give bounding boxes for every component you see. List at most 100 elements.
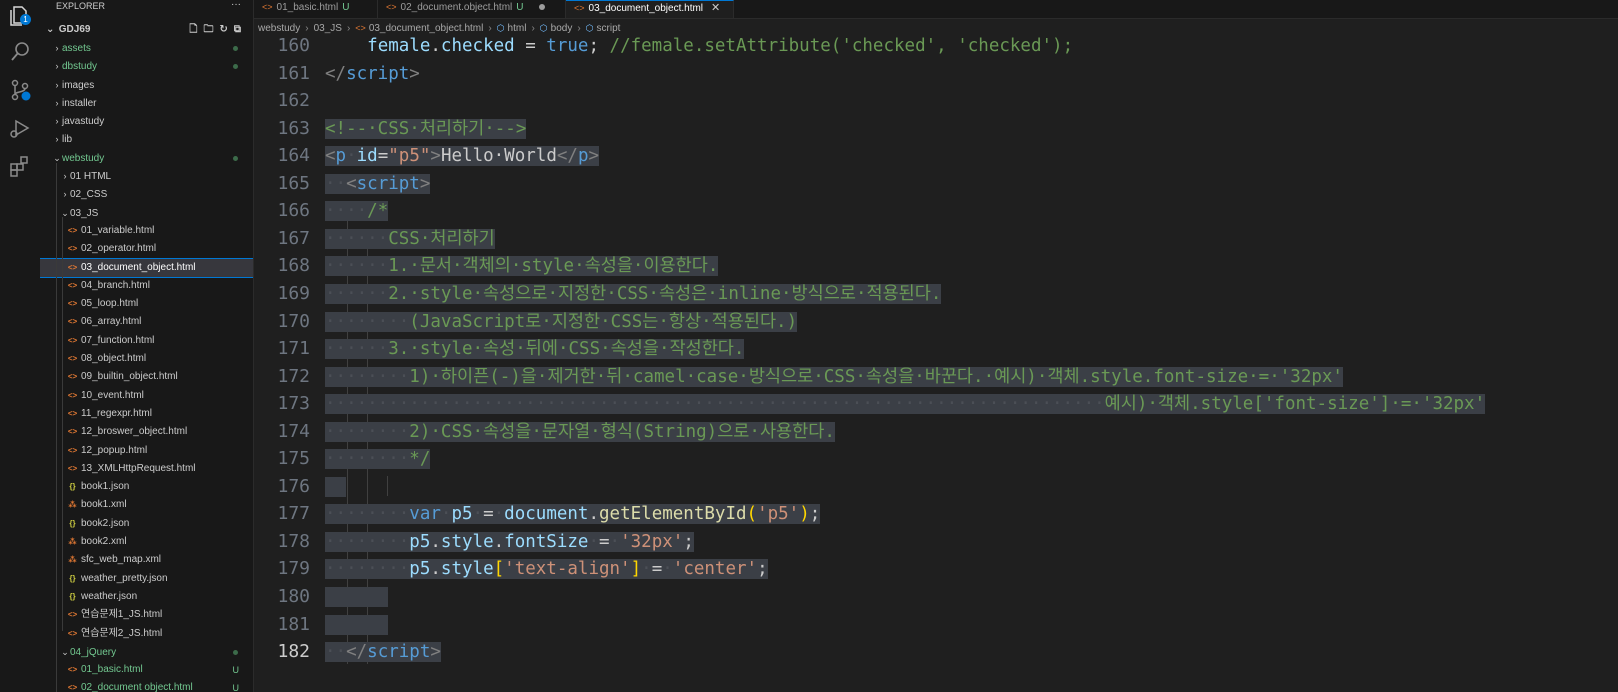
new-folder-icon[interactable]: 🗀 — [203, 24, 219, 35]
tree-item[interactable]: {} weather.json — [40, 588, 253, 606]
code-line[interactable]: 176 — [254, 473, 1618, 501]
tab-03-document-object[interactable]: <> 03_document_object.html ✕ — [566, 0, 734, 18]
line-code: ··<script> — [325, 173, 431, 194]
code-line[interactable]: 170 ········(JavaScript로·지정한·CSS는·항상·적용된다… — [254, 308, 1618, 336]
tree-item[interactable]: <> 연습문제2_JS.html — [40, 625, 253, 643]
html-file-icon: <> — [67, 280, 78, 290]
tree-item[interactable]: › 01 HTML — [40, 167, 253, 185]
tree-item[interactable]: <> 02_document object.html U — [40, 679, 253, 692]
line-code: ········*/ — [325, 449, 431, 470]
tree-item[interactable]: ⌄04_jQuery — [40, 643, 253, 661]
code-line[interactable]: 174 ········2)·CSS·속성을·문자열·형식(String)으로·사… — [254, 418, 1618, 446]
close-icon[interactable]: ✕ — [711, 2, 720, 14]
tree-item[interactable]: ⌄03_JS — [40, 204, 253, 222]
extensions-icon[interactable] — [8, 154, 32, 178]
git-status-dot — [233, 155, 238, 161]
new-file-icon[interactable]: 🗋 — [189, 24, 203, 35]
tree-item[interactable]: <> 04_branch.html — [40, 277, 253, 295]
code-line[interactable]: 177 ········var·p5·=·document.getElementB… — [254, 500, 1618, 528]
tree-item[interactable]: <> 12_popup.html — [40, 442, 253, 460]
tree-item[interactable]: <> 13_XMLHttpRequest.html — [40, 460, 253, 478]
git-status-dot — [233, 64, 238, 70]
tree-item[interactable]: <> 08_object.html — [40, 350, 253, 368]
chevron-down-icon: ⌄ — [53, 152, 61, 163]
code-line[interactable]: 165 ··<script> — [254, 170, 1618, 198]
html-file-icon: <> — [67, 610, 78, 620]
code-line[interactable]: 160 female.checked = true; //female.setA… — [254, 32, 1618, 60]
tree-item[interactable]: › dbstudy — [40, 57, 253, 75]
html-file-icon: <> — [67, 225, 78, 235]
code-line[interactable]: 166 ····/* — [254, 197, 1618, 225]
search-icon[interactable] — [8, 40, 32, 64]
line-code: ······3.·style·속성·뒤에·CSS·속성을·작성한다. — [325, 339, 745, 360]
collapse-all-icon[interactable]: ⧉ — [234, 24, 247, 35]
tab-status: U — [342, 2, 350, 13]
code-line[interactable]: 161 </script> — [254, 60, 1618, 88]
line-code: ········1)·하이픈(-)을·제거한·뒤·camel·case·방식으로… — [325, 366, 1343, 387]
activity-bar: 1 — [0, 0, 41, 692]
code-line[interactable]: 167 ······CSS·처리하기 — [254, 225, 1618, 253]
tree-item[interactable]: › 02_CSS — [40, 185, 253, 203]
tree-item-label: 연습문제1_JS.html — [81, 609, 163, 621]
tree-item-label: weather.json — [81, 590, 138, 602]
tree-item[interactable]: {} weather_pretty.json — [40, 570, 253, 588]
refresh-icon[interactable]: ↻ — [219, 24, 233, 35]
line-number: 167 — [277, 227, 310, 249]
code-line[interactable]: 169 ······2.·style·속성으로·지정한·CSS·속성은·inlin… — [254, 280, 1618, 308]
git-status-badge: U — [232, 683, 240, 692]
tab-02-document-object[interactable]: <> 02_document.object.html U — [378, 0, 566, 18]
tree-item[interactable]: ⁂ book2.xml — [40, 533, 253, 551]
chevron-right-icon: › — [55, 116, 59, 127]
tree-item[interactable]: <> 01_variable.html — [40, 222, 253, 240]
code-line[interactable]: 164 <p·id="p5">Hello·World</p> — [254, 142, 1618, 170]
code-line[interactable]: 168 ······1.·문서·객체의·style·속성을·이용한다. — [254, 252, 1618, 280]
source-control-icon[interactable] — [8, 78, 32, 102]
tree-item[interactable]: <> 01_basic.html U — [40, 661, 253, 679]
tree-item[interactable]: › assets — [40, 39, 253, 57]
rss-file-icon: ⁂ — [68, 555, 77, 565]
code-line[interactable]: 179 ········p5.style['text-align']·=·'cen… — [254, 555, 1618, 583]
tree-item[interactable]: <> 09_builtin_object.html — [40, 368, 253, 386]
tree-item[interactable]: {} book1.json — [40, 478, 253, 496]
tree-item[interactable]: <> 07_function.html — [40, 332, 253, 350]
code-line[interactable]: 163 <!--·CSS·처리하기·--> — [254, 115, 1618, 143]
tree-item-label: 11_regexpr.html — [81, 407, 152, 419]
tree-item-label: 04_branch.html — [81, 279, 150, 291]
code-line[interactable]: 171 ······3.·style·속성·뒤에·CSS·속성을·작성한다. — [254, 335, 1618, 363]
unsaved-dot-icon[interactable] — [539, 4, 546, 11]
code-line[interactable]: 175 ········*/ — [254, 445, 1618, 473]
more-actions-icon[interactable]: ··· — [231, 0, 241, 11]
html-file-icon: <> — [262, 2, 273, 12]
tree-item[interactable]: {} book2.json — [40, 515, 253, 533]
code-line[interactable]: 178 ········p5.style.fontSize·=·'32px'; — [254, 528, 1618, 556]
code-editor[interactable]: 160 female.checked = true; //female.setA… — [254, 35, 1618, 692]
tree-item[interactable]: <> 05_loop.html — [40, 295, 253, 313]
code-line[interactable]: 173 ·····································… — [254, 390, 1618, 418]
code-line[interactable]: 180 — [254, 583, 1618, 611]
tab-01-basic[interactable]: <> 01_basic.html U — [254, 0, 378, 18]
tree-item[interactable]: <> 연습문제1_JS.html — [40, 606, 253, 624]
chevron-right-icon: › — [63, 189, 67, 200]
tree-item[interactable]: › installer — [40, 94, 253, 112]
workspace-root[interactable]: ⌄ GDJ69 🗋🗀↻⧉ — [40, 22, 253, 38]
tree-item[interactable]: › javastudy — [40, 112, 253, 130]
tree-item-label: 04_jQuery — [70, 646, 117, 658]
explorer-badge: 1 — [20, 14, 31, 25]
run-debug-icon[interactable] — [8, 116, 32, 140]
tree-item[interactable]: ⌄webstudy — [40, 149, 253, 167]
line-code: ····/* — [325, 201, 389, 222]
tree-item[interactable]: <> 02_operator.html — [40, 240, 253, 258]
tree-item[interactable]: <> 03_document_object.html — [40, 257, 253, 278]
tree-item[interactable]: › images — [40, 76, 253, 94]
code-line[interactable]: 162 — [254, 87, 1618, 115]
tree-item[interactable]: ⁂ book1.xml — [40, 496, 253, 514]
tree-item[interactable]: ⁂ sfc_web_map.xml — [40, 551, 253, 569]
code-line[interactable]: 181 — [254, 611, 1618, 639]
tree-item[interactable]: › lib — [40, 130, 253, 148]
code-line[interactable]: 172 ········1)·하이픈(-)을·제거한·뒤·camel·case·방… — [254, 363, 1618, 391]
tree-item[interactable]: <> 11_regexpr.html — [40, 405, 253, 423]
tree-item[interactable]: <> 06_array.html — [40, 313, 253, 331]
tree-item[interactable]: <> 12_broswer_object.html — [40, 423, 253, 441]
tree-item[interactable]: <> 10_event.html — [40, 387, 253, 405]
code-line[interactable]: 182 ··</script> — [254, 638, 1618, 666]
